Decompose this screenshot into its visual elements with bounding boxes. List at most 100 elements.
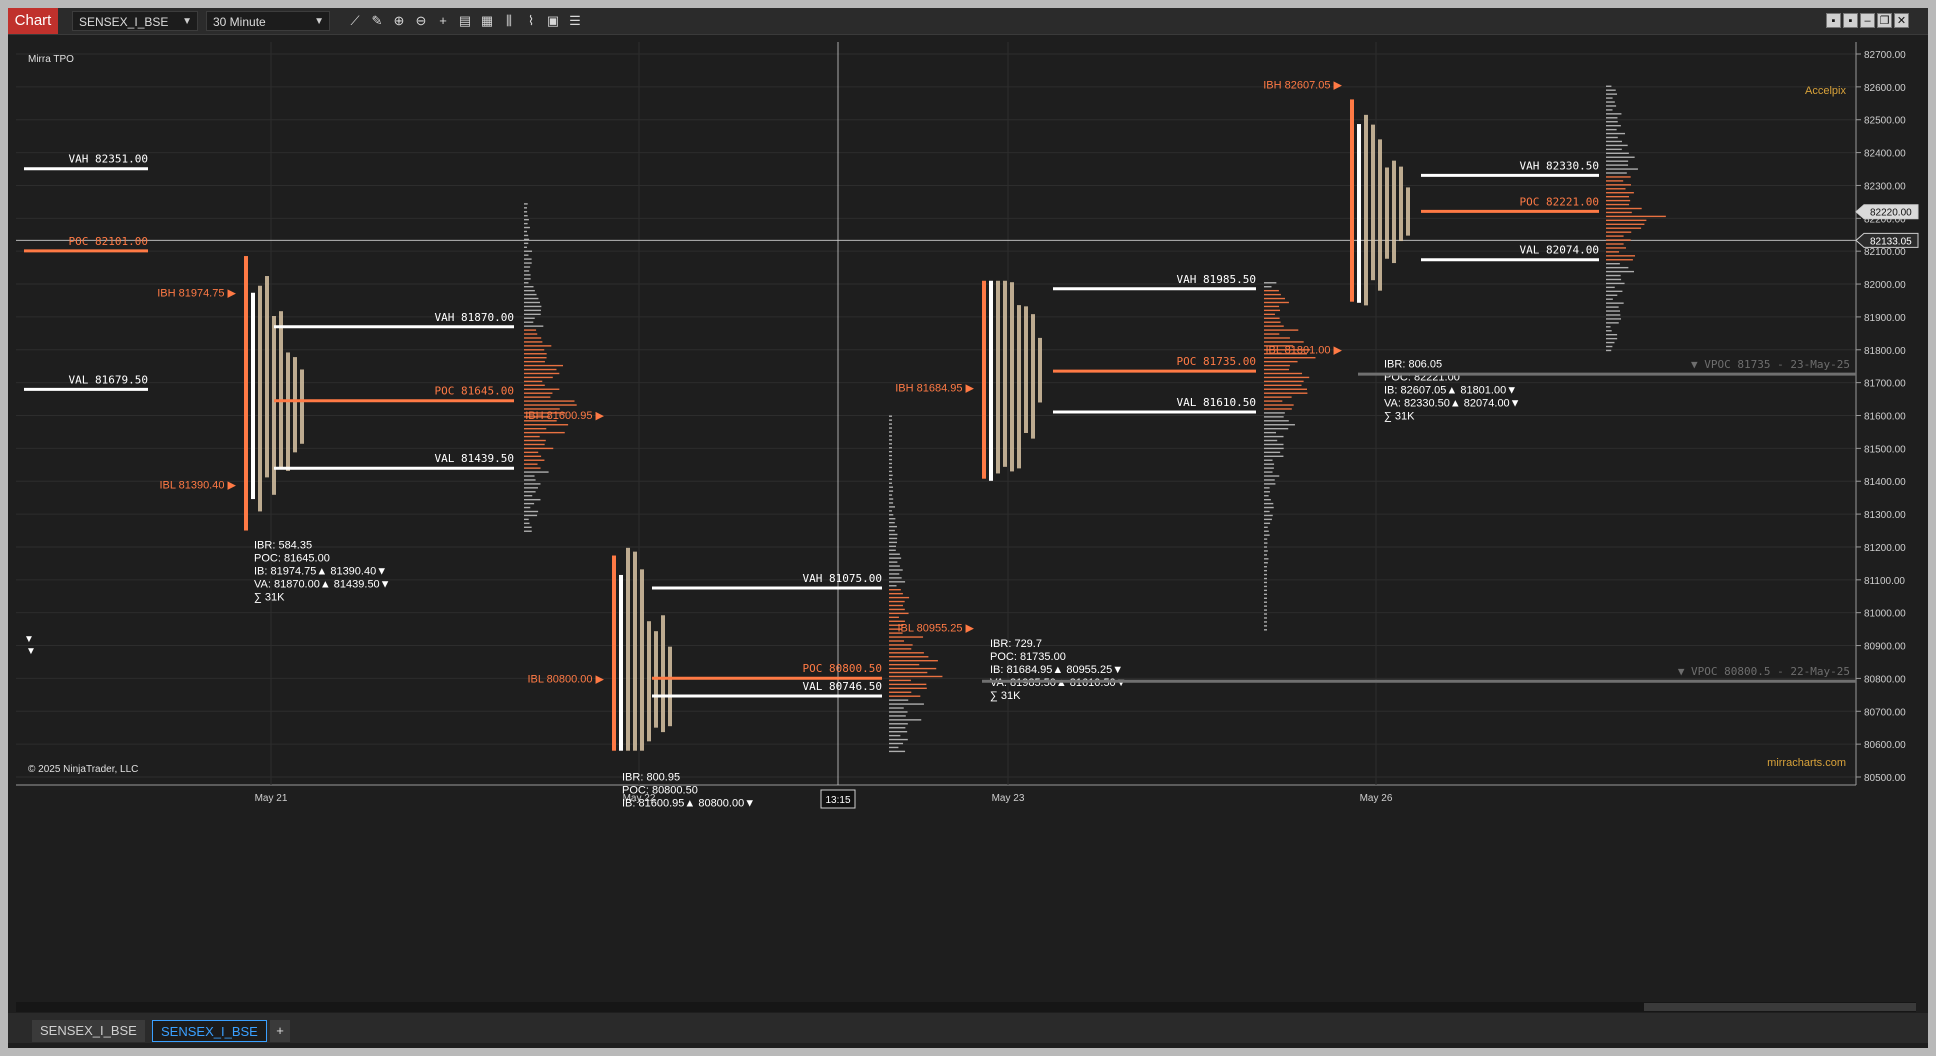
zoom-in-icon[interactable]: ⊕ xyxy=(390,12,408,30)
interval-selector[interactable]: 30 Minute ▼ xyxy=(206,11,330,31)
volume-bar xyxy=(1264,455,1284,457)
close-icon[interactable]: ✕ xyxy=(1894,13,1909,28)
volume-bar xyxy=(524,467,541,469)
volume-bar xyxy=(524,384,545,387)
price-tick-label: 82500.00 xyxy=(1864,116,1906,127)
volume-bar xyxy=(1264,498,1271,501)
session-stats: IB: 81600.95▲ 80800.00▼ xyxy=(622,798,755,810)
properties-icon[interactable]: ▦ xyxy=(478,12,496,30)
session-stats: IBR: 584.35 xyxy=(254,540,312,552)
price-tick-label: 80600.00 xyxy=(1864,740,1906,751)
volume-bar xyxy=(889,466,892,469)
pencil-icon[interactable]: ✎ xyxy=(368,12,386,30)
chart-toolbar: Chart SENSEX_I_BSE ▼ 30 Minute ▼ ⟋ ✎ ⊕ ⊖ + ▤ ▦… xyxy=(8,8,1928,35)
tpo-column xyxy=(1392,160,1396,264)
volume-bar xyxy=(524,510,539,513)
bar-type-icon[interactable]: ⫼ xyxy=(500,12,518,30)
restore-icon[interactable]: ❐ xyxy=(1877,13,1892,28)
volume-bar xyxy=(889,596,910,599)
chart-tab[interactable]: Chart xyxy=(8,8,58,34)
volume-bar xyxy=(1264,625,1267,627)
volume-bar xyxy=(889,750,906,753)
tpo-column xyxy=(1003,280,1007,467)
list-icon[interactable]: ☰ xyxy=(566,12,584,30)
volume-bar xyxy=(1264,364,1290,367)
tpo-column xyxy=(982,280,986,479)
volume-bar xyxy=(889,675,943,678)
volume-bar xyxy=(1264,360,1298,363)
volume-bar xyxy=(1264,522,1271,525)
volume-bar xyxy=(1606,168,1638,170)
volume-bar xyxy=(524,211,528,213)
volume-bar xyxy=(524,215,528,217)
session-stats: ∑ 31K xyxy=(990,690,1021,702)
tab-sensex-1[interactable]: SENSEX_I_BSE xyxy=(32,1020,145,1042)
volume-bar xyxy=(524,495,533,497)
volume-bar xyxy=(889,683,927,686)
volume-bar xyxy=(1264,479,1275,481)
price-tick-label: 81500.00 xyxy=(1864,444,1906,455)
volume-bar xyxy=(524,207,527,209)
volume-bar xyxy=(889,478,892,480)
level-label-val: VAL 81439.50 xyxy=(435,452,514,465)
tile-icon[interactable]: ▪ xyxy=(1826,13,1841,28)
volume-bar xyxy=(1264,463,1275,465)
volume-bar xyxy=(1606,263,1620,265)
volume-bar xyxy=(524,258,532,260)
session-stats: ∑ 31K xyxy=(1384,410,1415,422)
volume-bar xyxy=(1264,609,1267,611)
tpo-column xyxy=(661,615,665,733)
data-box-icon[interactable]: ▤ xyxy=(456,12,474,30)
tpo-column xyxy=(1371,124,1375,281)
volume-bar xyxy=(889,648,912,650)
volume-bar xyxy=(524,278,531,280)
volume-bar xyxy=(1264,325,1284,327)
volume-bar xyxy=(1264,581,1267,584)
volume-bar xyxy=(889,695,921,697)
volume-bar xyxy=(889,490,894,492)
session-stats: POC: 80800.50 xyxy=(622,785,698,797)
line-draw-icon[interactable]: ⟋ xyxy=(346,12,364,30)
price-tick-label: 81700.00 xyxy=(1864,379,1906,390)
volume-bar xyxy=(524,396,551,398)
volume-bar xyxy=(889,667,937,670)
volume-bar xyxy=(1264,404,1294,406)
scrollbar-thumb[interactable] xyxy=(1644,1003,1916,1011)
add-tab-button[interactable]: + xyxy=(270,1020,290,1042)
volume-bar xyxy=(524,424,569,426)
volume-bar xyxy=(1606,124,1621,127)
volume-bar xyxy=(1606,195,1629,198)
level-label-vah: VAH 81985.50 xyxy=(1177,273,1256,286)
volume-bar xyxy=(524,353,547,355)
crosshair-icon[interactable]: + xyxy=(434,12,452,30)
volume-bar xyxy=(524,297,539,300)
price-tick-label: 82400.00 xyxy=(1864,149,1906,160)
tpo-column xyxy=(626,547,630,751)
instrument-selector[interactable]: SENSEX_I_BSE ▼ xyxy=(72,11,198,31)
volume-bar xyxy=(1606,294,1618,296)
indicators-icon[interactable]: ▣ xyxy=(544,12,562,30)
volume-bar xyxy=(1264,534,1270,536)
volume-bar xyxy=(524,317,535,319)
volume-bar xyxy=(524,357,547,359)
volume-bar xyxy=(889,679,911,682)
session-stats: IB: 82607.05▲ 81801.00▼ xyxy=(1384,384,1517,396)
tile-icon[interactable]: ▪ xyxy=(1843,13,1858,28)
volume-bar xyxy=(1264,569,1267,572)
horizontal-scrollbar[interactable] xyxy=(16,1002,1916,1012)
volume-bar xyxy=(524,349,545,351)
level-label-vah: VAH 81870.00 xyxy=(435,311,514,324)
price-tick-label: 80900.00 xyxy=(1864,642,1906,653)
minimize-icon[interactable]: – xyxy=(1860,13,1875,28)
volume-bar xyxy=(1606,231,1632,233)
tpo-chart[interactable]: 82700.00 82600.00 82500.00 82400.00 82300.00… xyxy=(16,42,1926,1007)
volume-bar xyxy=(889,671,928,674)
tab-sensex-2[interactable]: SENSEX_I_BSE xyxy=(152,1020,267,1042)
price-tick-label: 80500.00 xyxy=(1864,773,1906,784)
volume-bar xyxy=(1264,550,1268,552)
drawing-tools-icon[interactable]: ⌇ xyxy=(522,12,540,30)
zoom-out-icon[interactable]: ⊖ xyxy=(412,12,430,30)
time-axis-label: May 23 xyxy=(992,793,1025,804)
tpo-column xyxy=(293,357,297,453)
volume-bar xyxy=(1606,310,1621,312)
